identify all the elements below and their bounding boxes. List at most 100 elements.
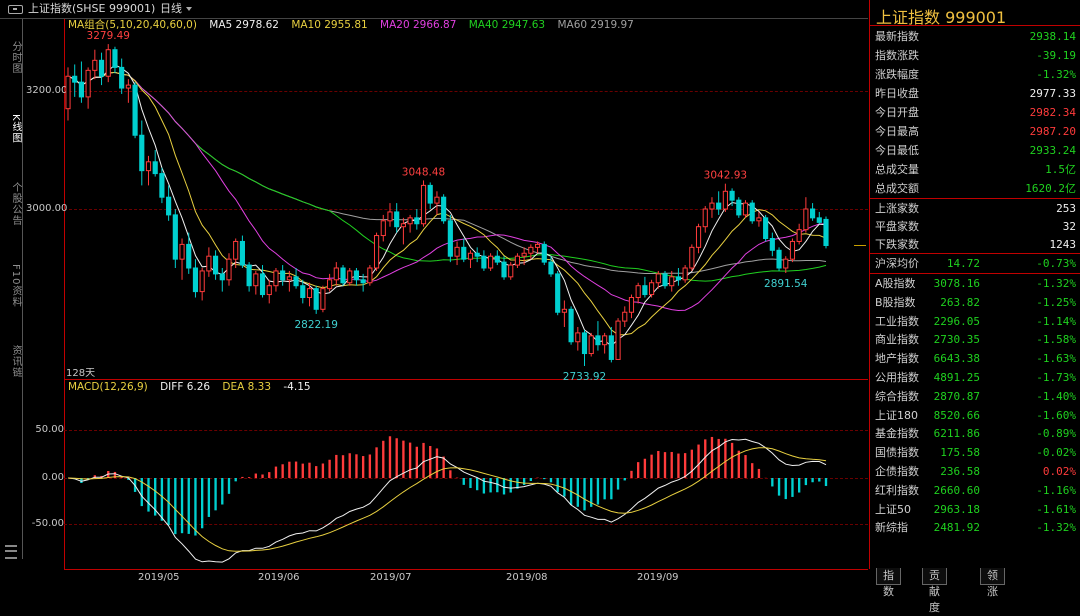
breadth-value: 1243 bbox=[1049, 238, 1077, 251]
index-name: 商业指数 bbox=[875, 333, 919, 347]
index-row[interactable]: 新综指 2481.92 -1.32% bbox=[870, 518, 1080, 537]
index-row[interactable]: 上证50 2963.18 -1.61% bbox=[870, 500, 1080, 519]
index-value: 4891.25 bbox=[933, 371, 980, 384]
candle-body bbox=[581, 332, 588, 355]
index-value: 2870.87 bbox=[933, 389, 980, 403]
candle-body bbox=[186, 243, 192, 269]
candle-body bbox=[689, 246, 695, 269]
candle-body bbox=[823, 218, 829, 246]
index-row[interactable]: 红利指数 2660.60 -1.16% bbox=[870, 481, 1080, 500]
candle-body bbox=[293, 276, 299, 287]
index-row[interactable]: 国债指数 175.58 -0.02% bbox=[870, 443, 1080, 462]
candle-body bbox=[172, 214, 178, 260]
index-change: -1.14% bbox=[1036, 314, 1076, 328]
candle-body bbox=[273, 270, 279, 287]
candle-body bbox=[353, 270, 360, 281]
candle-body bbox=[474, 252, 480, 257]
candle-body bbox=[722, 190, 728, 210]
candle-body bbox=[192, 267, 199, 293]
index-value: 236.58 bbox=[940, 465, 980, 478]
candle-body bbox=[125, 84, 131, 89]
index-row[interactable]: 上证180 8520.66 -1.60% bbox=[870, 406, 1080, 425]
candle-body bbox=[575, 332, 581, 343]
hs-average-change: -0.73% bbox=[1036, 257, 1076, 270]
breadth-value: 253 bbox=[1056, 202, 1076, 215]
index-value: 2730.35 bbox=[933, 333, 980, 347]
quote-value: -39.19 bbox=[1036, 49, 1076, 62]
quote-label: 昨日收盘 bbox=[875, 87, 919, 100]
candle-body bbox=[199, 270, 205, 293]
tab-contribution[interactable]: 贡献度 bbox=[922, 568, 947, 614]
index-value: 6643.38 bbox=[933, 352, 980, 366]
candle-body bbox=[461, 246, 467, 260]
candle-body bbox=[588, 335, 594, 355]
candle-body bbox=[622, 311, 628, 322]
index-name: B股指数 bbox=[875, 295, 916, 309]
trough-annotation: 2891.54 bbox=[764, 278, 808, 290]
index-row[interactable]: 地产指数 6643.38 -1.63% bbox=[870, 349, 1080, 368]
candle-body bbox=[514, 255, 521, 266]
candle-body bbox=[313, 288, 319, 310]
index-name: 综合指数 bbox=[875, 389, 919, 403]
index-change: -1.60% bbox=[1036, 408, 1076, 422]
index-row[interactable]: 公用指数 4891.25 -1.73% bbox=[870, 368, 1080, 387]
index-value: 2481.92 bbox=[933, 521, 980, 535]
index-value: 2963.18 bbox=[933, 502, 980, 516]
candle-body bbox=[555, 273, 561, 313]
candle-body bbox=[642, 285, 648, 296]
candle-body bbox=[98, 59, 105, 77]
index-name: 国债指数 bbox=[875, 446, 919, 460]
candle-body bbox=[92, 59, 98, 71]
breadth-label: 平盘家数 bbox=[875, 220, 919, 233]
candle-body bbox=[333, 267, 339, 281]
quote-label: 指数涨跌 bbox=[875, 49, 919, 62]
candle-body bbox=[783, 258, 789, 269]
index-name: 上证180 bbox=[875, 408, 918, 422]
candle-body bbox=[119, 66, 125, 89]
index-row[interactable]: 企债指数 236.58 0.02% bbox=[870, 462, 1080, 481]
index-row[interactable]: 综合指数 2870.87 -1.40% bbox=[870, 387, 1080, 406]
hs-average-row: 沪深均价 14.72 -0.73% bbox=[870, 254, 1080, 273]
candle-body bbox=[709, 202, 715, 210]
index-row[interactable]: 商业指数 2730.35 -1.58% bbox=[870, 330, 1080, 349]
quote-row: 最新指数 2938.14 bbox=[870, 27, 1080, 46]
kline-chart[interactable]: 3279.49 2822.19 3048.48 2733.92 3042.93 2891.… bbox=[0, 0, 868, 586]
candle-body bbox=[655, 273, 661, 284]
candle-body bbox=[675, 276, 682, 281]
candle-body bbox=[85, 69, 91, 98]
candle-body bbox=[488, 255, 494, 269]
candle-body bbox=[139, 134, 145, 172]
candle-body bbox=[548, 261, 554, 275]
candle-body bbox=[595, 335, 601, 346]
index-value: 6211.86 bbox=[933, 427, 980, 441]
breadth-label: 上涨家数 bbox=[875, 202, 919, 215]
candle-body bbox=[306, 288, 313, 298]
index-row[interactable]: A股指数 3078.16 -1.32% bbox=[870, 274, 1080, 293]
quote-row: 总成交量 1.5亿 bbox=[870, 160, 1080, 179]
candle-body bbox=[749, 202, 755, 222]
candle-body bbox=[239, 240, 245, 266]
quote-label: 涨跌幅度 bbox=[875, 68, 919, 81]
index-row[interactable]: 工业指数 2296.05 -1.14% bbox=[870, 312, 1080, 331]
index-row[interactable]: B股指数 263.82 -1.25% bbox=[870, 293, 1080, 312]
candle-body bbox=[810, 208, 816, 219]
quote-value: 2977.33 bbox=[1029, 87, 1076, 100]
candle-body bbox=[803, 208, 809, 231]
candle-body bbox=[420, 184, 427, 225]
peak-annotation: 3279.49 bbox=[87, 30, 130, 42]
index-value: 263.82 bbox=[940, 295, 980, 309]
index-change: -1.73% bbox=[1036, 371, 1076, 384]
candle-body bbox=[300, 285, 306, 299]
tab-leaders[interactable]: 领涨 bbox=[980, 568, 1005, 598]
candle-body bbox=[112, 49, 118, 68]
candle-body bbox=[78, 81, 84, 98]
candle-body bbox=[206, 255, 212, 272]
quote-label: 最新指数 bbox=[875, 30, 919, 43]
tab-index[interactable]: 指数 bbox=[876, 568, 901, 598]
candle-body bbox=[635, 285, 641, 299]
candle-body bbox=[347, 270, 353, 284]
index-row[interactable]: 基金指数 6211.86 -0.89% bbox=[870, 424, 1080, 443]
index-name: 工业指数 bbox=[875, 314, 919, 328]
candle-body bbox=[816, 217, 822, 223]
index-value: 175.58 bbox=[940, 446, 980, 460]
